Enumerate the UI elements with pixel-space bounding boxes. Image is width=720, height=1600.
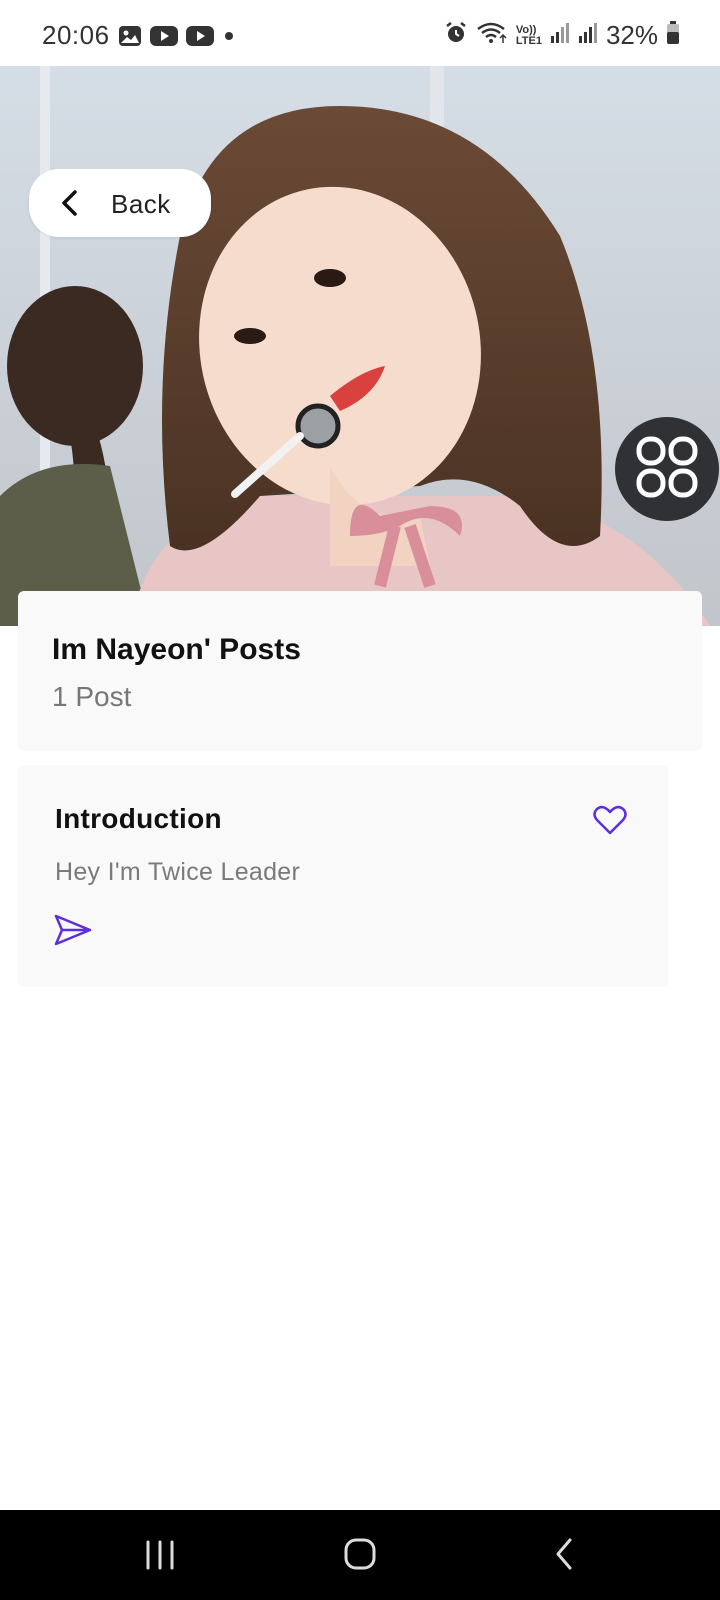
- back-nav-icon[interactable]: [550, 1534, 580, 1579]
- battery-percent: 32%: [605, 20, 658, 50]
- back-label: Back: [111, 189, 171, 219]
- post-title: Introduction: [55, 803, 222, 834]
- youtube-icon: [149, 25, 178, 46]
- chevron-left-icon: [59, 189, 79, 222]
- status-bar: 20:06 Vo)) LTE1 32%: [0, 0, 720, 66]
- wifi-icon: [476, 21, 508, 50]
- posts-count: 1 Post: [52, 681, 132, 712]
- system-nav-bar: [0, 1510, 720, 1600]
- cover-photo: Back: [0, 66, 720, 626]
- volte-icon: Vo)) LTE1: [515, 23, 542, 47]
- status-left: 20:06: [42, 20, 236, 51]
- dot-icon: [222, 29, 236, 43]
- heart-icon[interactable]: [593, 804, 627, 841]
- youtube-icon: [185, 25, 214, 46]
- volte-label: Vo)): [515, 23, 537, 36]
- signal-icon: [550, 22, 570, 49]
- status-right: Vo)) LTE1 32%: [444, 20, 680, 51]
- alarm-icon: [444, 21, 468, 50]
- post-body: Hey I'm Twice Leader: [55, 858, 301, 886]
- status-time: 20:06: [42, 20, 110, 50]
- lte-label: LTE1: [515, 34, 542, 47]
- post-card[interactable]: Introduction Hey I'm Twice Leader: [18, 765, 668, 987]
- grid-icon: [633, 433, 701, 506]
- send-icon[interactable]: [53, 913, 93, 952]
- signal-icon: [578, 22, 598, 49]
- battery-icon: [666, 21, 680, 50]
- gallery-icon: [118, 25, 142, 47]
- home-icon[interactable]: [343, 1534, 377, 1579]
- grid-menu-button[interactable]: [615, 417, 719, 521]
- back-button[interactable]: Back: [29, 169, 211, 237]
- posts-header-card: Im Nayeon' Posts 1 Post: [18, 591, 702, 751]
- recent-apps-icon[interactable]: [143, 1534, 177, 1579]
- posts-title: Im Nayeon' Posts: [52, 633, 301, 666]
- cover-photo-illustration: [0, 66, 720, 626]
